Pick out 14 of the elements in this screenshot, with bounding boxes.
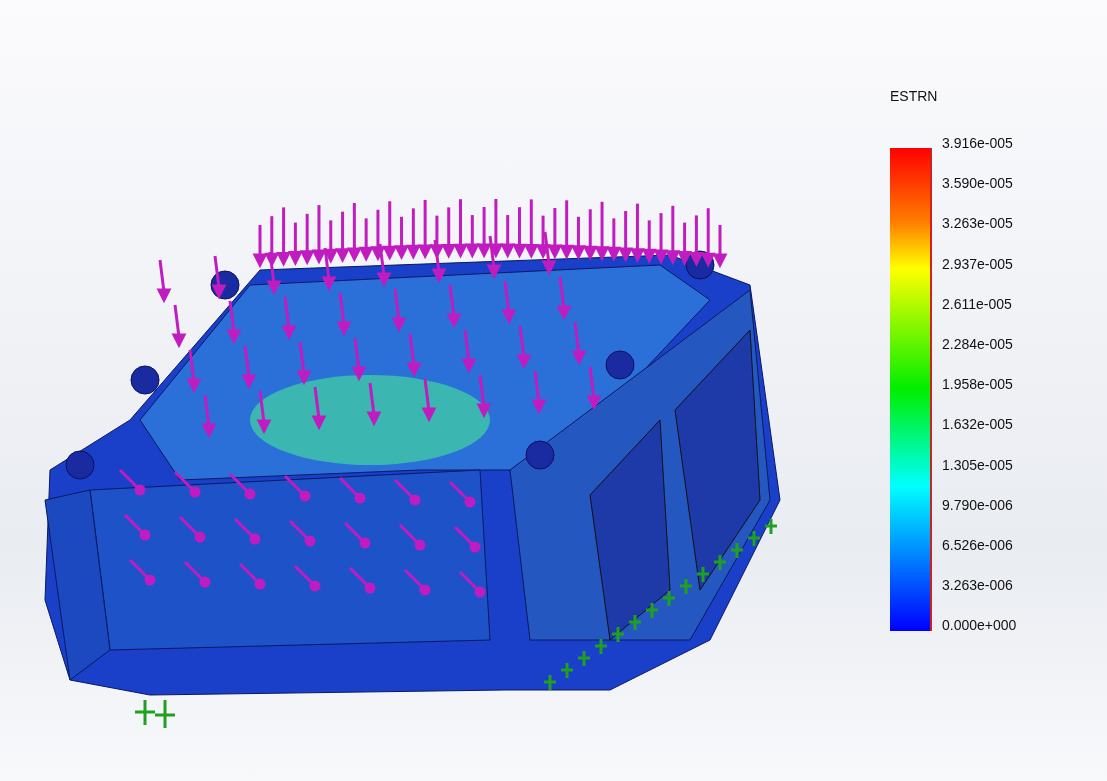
- legend-value: 6.526e-006: [942, 536, 1014, 555]
- legend-value: 2.611e-005: [942, 294, 1013, 314]
- legend-value: 3.263e-006: [942, 576, 1014, 595]
- legend-value: 3.590e-005: [942, 174, 1014, 193]
- legend-value: 3.263e-005: [942, 214, 1014, 234]
- legend-value: 2.284e-005: [942, 335, 1014, 354]
- legend-title: ESTRN: [890, 88, 939, 104]
- legend-value: 1.632e-005: [942, 415, 1014, 435]
- legend-value: 1.305e-005: [942, 455, 1014, 475]
- legend-value: 1.958e-005: [942, 375, 1014, 394]
- legend-value: 0.000e+000: [942, 616, 1017, 636]
- legend-value: 2.937e-005: [942, 254, 1014, 274]
- legend-value: 9.790e-006: [942, 495, 1014, 515]
- legend-value: 3.916e-005: [942, 134, 1014, 153]
